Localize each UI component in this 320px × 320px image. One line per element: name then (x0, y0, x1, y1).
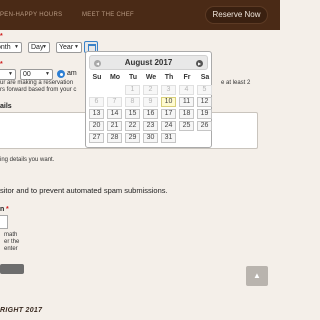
calendar-day[interactable]: 23 (143, 121, 158, 131)
weekday-header: Fr (183, 74, 191, 81)
calendar-day: 1 (125, 85, 140, 95)
calendar-day[interactable]: 10 (161, 97, 176, 107)
captcha-label: n (0, 206, 5, 213)
calendar-day: 8 (125, 97, 140, 107)
calendar-day[interactable]: 20 (89, 121, 104, 131)
reserve-now-button[interactable]: Reserve Now (205, 6, 268, 24)
weekday-header: Su (92, 74, 102, 81)
time-note-line2: rs forward based from your c (0, 87, 77, 93)
am-label: am (67, 70, 77, 77)
datepicker-header: ◀ August 2017 ▶ (89, 55, 208, 70)
calendar-day[interactable]: 16 (143, 109, 158, 119)
calendar-day[interactable]: 18 (179, 109, 194, 119)
year-select[interactable]: Year ▼ (56, 42, 82, 53)
calendar-day: 3 (161, 85, 176, 95)
weekday-header: Sa (200, 74, 210, 81)
chevron-down-icon: ▼ (42, 44, 47, 50)
copyright-text: RIGHT 2017 (0, 307, 43, 314)
day-select[interactable]: Day ▼ (28, 42, 50, 53)
captcha-required-mark: * (6, 206, 9, 213)
calendar-day[interactable]: 14 (107, 109, 122, 119)
calendar-day[interactable]: 29 (125, 133, 140, 143)
time-note-line1: ur are making a reservation (0, 80, 74, 86)
spam-prevention-text: sitor and to prevent automated spam subm… (0, 186, 168, 195)
weekday-header: Tu (128, 74, 138, 81)
calendar-day: 9 (143, 97, 158, 107)
minute-select[interactable]: 00 ▼ (20, 69, 53, 80)
date-required-mark: * (0, 33, 3, 40)
details-helper-text: ing details you want. (0, 157, 55, 163)
calendar-day[interactable]: 27 (89, 133, 104, 143)
weekday-header: Th (164, 74, 174, 81)
calendar-day[interactable]: 22 (125, 121, 140, 131)
chevron-down-icon: ▼ (45, 71, 50, 77)
calendar-day[interactable]: 13 (89, 109, 104, 119)
calendar-day: 7 (107, 97, 122, 107)
month-select-value: onth (0, 44, 11, 51)
calendar-day[interactable]: 24 (161, 121, 176, 131)
weekday-header: Mo (109, 74, 121, 81)
calendar-day[interactable]: 28 (107, 133, 122, 143)
calendar-day[interactable]: 30 (143, 133, 158, 143)
calendar-day[interactable]: 17 (161, 109, 176, 119)
year-select-value: Year (59, 44, 74, 51)
captcha-input[interactable] (0, 215, 8, 229)
calendar-day: 4 (179, 85, 194, 95)
captcha-line2: er the (4, 239, 20, 245)
nav-link-happy-hours[interactable]: PEN-HAPPY HOURS (0, 12, 62, 18)
time-required-mark: * (0, 61, 3, 68)
calendar-day[interactable]: 26 (197, 121, 212, 131)
submit-button[interactable] (0, 264, 24, 274)
calendar-day[interactable]: 12 (197, 97, 212, 107)
calendar-day[interactable]: 15 (125, 109, 140, 119)
calendar-day: 2 (143, 85, 158, 95)
calendar-day[interactable]: 19 (197, 109, 212, 119)
chevron-down-icon: ▼ (74, 44, 79, 50)
nav-link-meet-the-chef[interactable]: MEET THE CHEF (82, 12, 134, 18)
calendar-day[interactable]: 31 (161, 133, 176, 143)
up-arrow-icon: ▲ (253, 271, 261, 280)
top-navigation-bar: PEN-HAPPY HOURS MEET THE CHEF Reserve No… (0, 0, 280, 30)
calendar-day: 5 (197, 85, 212, 95)
time-note-line1-end: e at least 2 (221, 80, 251, 86)
calendar-day: 6 (89, 97, 104, 107)
chevron-right-icon[interactable]: ▶ (196, 60, 203, 67)
calendar-day[interactable]: 11 (179, 97, 194, 107)
datepicker-popup: ◀ August 2017 ▶ Su Mo Tu We Th Fr Sa 1 2 3 4 5 6 7 8 9 1… (85, 51, 212, 148)
am-radio[interactable] (57, 70, 65, 78)
datepicker-month-title: August 2017 (124, 58, 173, 67)
calendar-day[interactable]: 21 (107, 121, 122, 131)
month-select[interactable]: onth▼ (0, 42, 22, 53)
scroll-to-top-button[interactable]: ▲ (246, 266, 268, 286)
captcha-line1: math (4, 232, 18, 238)
minute-select-value: 00 (23, 71, 31, 78)
weekday-header: We (145, 74, 157, 81)
details-label: ails (0, 103, 12, 110)
hour-select[interactable]: r▼ (0, 69, 16, 80)
calendar-day[interactable]: 25 (179, 121, 194, 131)
chevron-down-icon: ▼ (8, 71, 13, 77)
chevron-down-icon: ▼ (14, 44, 19, 50)
captcha-line3: enter (4, 246, 18, 252)
